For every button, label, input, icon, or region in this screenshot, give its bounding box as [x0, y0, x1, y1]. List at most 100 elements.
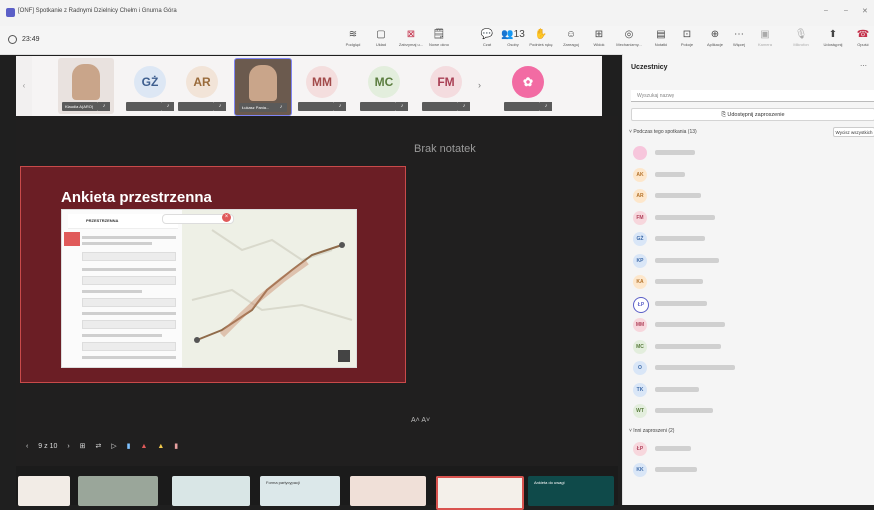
- view-grid-button[interactable]: ⊞ Widok: [582, 29, 616, 49]
- minimize-button[interactable]: –: [824, 7, 828, 14]
- participant-tile[interactable]: Klaudia A(ARO) ♪: [58, 58, 114, 114]
- participant-row[interactable]: AR: [631, 187, 874, 205]
- slide-controls: ‹ 9 z 10 › ⊞ ⇄ ▷ ▮ ▲ ▲ ▮: [26, 442, 186, 450]
- thumbnail-label: Ankieta do uwagi: [534, 480, 565, 485]
- slide-thumbnail[interactable]: [172, 476, 250, 506]
- participant-name-redacted: [655, 343, 721, 349]
- participant-row[interactable]: GŻ: [631, 230, 874, 248]
- copilot-button[interactable]: ◎ Mechanizmy...: [612, 29, 646, 49]
- participant-name-label: [504, 102, 540, 111]
- mic-icon: 🎙: [794, 29, 808, 40]
- section-others[interactable]: ˅ Inni zaproszeni (2): [629, 428, 674, 434]
- participant-avatar: WT: [633, 404, 647, 418]
- strip-next-button[interactable]: ›: [478, 80, 481, 90]
- participant-row[interactable]: AK: [631, 166, 874, 184]
- participant-tile[interactable]: GŻ ♪: [122, 58, 178, 114]
- participant-avatar: TK: [633, 382, 647, 397]
- map-view: [182, 210, 356, 367]
- participant-tile[interactable]: MM ♪: [294, 58, 350, 114]
- participant-search-input[interactable]: Wyszukaj nazwę: [631, 90, 874, 102]
- slide-thumbnail[interactable]: Ankieta do uwagi: [528, 476, 614, 506]
- participant-avatar: AR: [186, 66, 218, 98]
- swap-icon[interactable]: ⇄: [95, 443, 101, 450]
- participant-avatar: ŁP: [633, 296, 649, 313]
- invited-row[interactable]: ŁP: [631, 440, 874, 458]
- slide-screenshot-image: PRZESTRZENNA ×: [61, 209, 357, 368]
- share-invite-button[interactable]: ⎘ Udostępnij zaproszenie: [631, 108, 874, 121]
- participant-tile[interactable]: MC ♪: [356, 58, 412, 114]
- camera-button[interactable]: ▣ Kamera: [748, 29, 782, 49]
- hand-icon: ✋: [534, 29, 548, 40]
- participant-row[interactable]: MM: [631, 316, 874, 334]
- mic-button[interactable]: 🎙 Mikrofon: [784, 29, 818, 49]
- slide-thumbnail[interactable]: [18, 476, 70, 506]
- notes-button[interactable]: 🗒 Nowe okno: [422, 29, 456, 49]
- toolbar-button-label: Podnieś rękę: [529, 42, 553, 47]
- participant-row[interactable]: ŁP: [631, 295, 874, 313]
- pen-icon[interactable]: ▮: [127, 443, 131, 450]
- slide-thumbnail[interactable]: [350, 476, 426, 506]
- slide-thumbnail[interactable]: [78, 476, 158, 506]
- font-size-controls[interactable]: A˄ A˅: [411, 417, 430, 424]
- slide-thumbnails: Forma partycypacji Ankieta do uwagi: [16, 466, 618, 510]
- slide-thumbnail[interactable]: Forma partycypacji: [260, 476, 340, 506]
- panel-more-icon[interactable]: ⋯: [860, 62, 867, 70]
- view-button[interactable]: ▢ Układ: [364, 29, 398, 49]
- grid-view-icon[interactable]: ⊞: [80, 443, 86, 450]
- close-icon: ×: [222, 213, 231, 222]
- participant-avatar: AR: [633, 189, 647, 203]
- toolbar-button-label: Widok: [593, 42, 605, 47]
- form-line: [82, 242, 152, 245]
- logo-badge: [64, 232, 80, 246]
- laser-pointer-icon[interactable]: ▷: [111, 443, 116, 450]
- participant-tile[interactable]: FM ♪: [418, 58, 474, 114]
- share-button[interactable]: ⬆ Udostępnij: [816, 29, 850, 49]
- form-line: [82, 268, 176, 271]
- eraser-icon[interactable]: ▮: [174, 443, 178, 450]
- participant-row[interactable]: FM: [631, 209, 874, 227]
- participant-tile[interactable]: Łukasz Pania... ♪: [234, 58, 292, 116]
- next-slide-button[interactable]: ›: [67, 443, 69, 450]
- participant-name-redacted: [655, 171, 685, 177]
- hand-button[interactable]: ✋ Podnieś rękę: [524, 29, 558, 49]
- mute-all-button[interactable]: Wycisz wszystkich: [833, 127, 874, 137]
- participant-tile[interactable]: ✿ ♪: [500, 58, 556, 114]
- participant-name-redacted: [655, 150, 695, 155]
- close-window-button[interactable]: ✕: [862, 7, 868, 15]
- participant-name-redacted: [655, 300, 707, 306]
- participant-row[interactable]: KP: [631, 252, 874, 270]
- restore-button[interactable]: –: [844, 7, 848, 14]
- participants-panel: Uczestnicy ⋯ Wyszukaj nazwę ⎘ Udostępnij…: [622, 54, 874, 505]
- participant-avatar: GŻ: [134, 66, 166, 98]
- title-bar: [ONF] Spotkanie z Radnymi Dzielnicy Cheł…: [0, 0, 874, 27]
- participant-row[interactable]: MC: [631, 338, 874, 356]
- presentation-slide: Ankieta przestrzenna PRZESTRZENNA ×: [20, 166, 406, 383]
- mic-muted-icon: ♪: [214, 102, 226, 111]
- section-in-meeting[interactable]: ˅ Podczas tego spotkania (13): [629, 129, 697, 135]
- mic-muted-icon: ♪: [98, 102, 110, 111]
- participant-avatar: GŻ: [633, 232, 647, 246]
- toolbar-button-label: Opuść: [857, 42, 869, 47]
- notes-empty-label: Brak notatek: [414, 143, 476, 155]
- participant-name-redacted: [655, 365, 735, 370]
- participant-row[interactable]: O: [631, 359, 874, 377]
- participant-row[interactable]: WT: [631, 402, 874, 420]
- invited-row[interactable]: KK: [631, 461, 874, 479]
- participant-row[interactable]: TK: [631, 381, 874, 399]
- form-line: [82, 334, 162, 337]
- participant-avatar: KK: [633, 463, 647, 477]
- participant-name-redacted: [655, 257, 719, 263]
- section-in-meeting-label: Podczas tego spotkania (13): [633, 129, 697, 135]
- participant-name-redacted: [655, 236, 705, 241]
- participant-row[interactable]: KA: [631, 273, 874, 291]
- red-pen-icon[interactable]: ▲: [140, 443, 147, 450]
- form-field: [82, 320, 176, 329]
- strip-prev-button[interactable]: ‹: [16, 56, 32, 116]
- leave-button[interactable]: ☎ Opuść: [846, 29, 874, 49]
- participant-row[interactable]: [631, 144, 874, 162]
- highlighter-icon[interactable]: ▲: [157, 443, 164, 450]
- participant-video: [249, 65, 277, 101]
- prev-slide-button[interactable]: ‹: [26, 443, 28, 450]
- form-line: [82, 312, 176, 315]
- participant-tile[interactable]: AR ♪: [174, 58, 230, 114]
